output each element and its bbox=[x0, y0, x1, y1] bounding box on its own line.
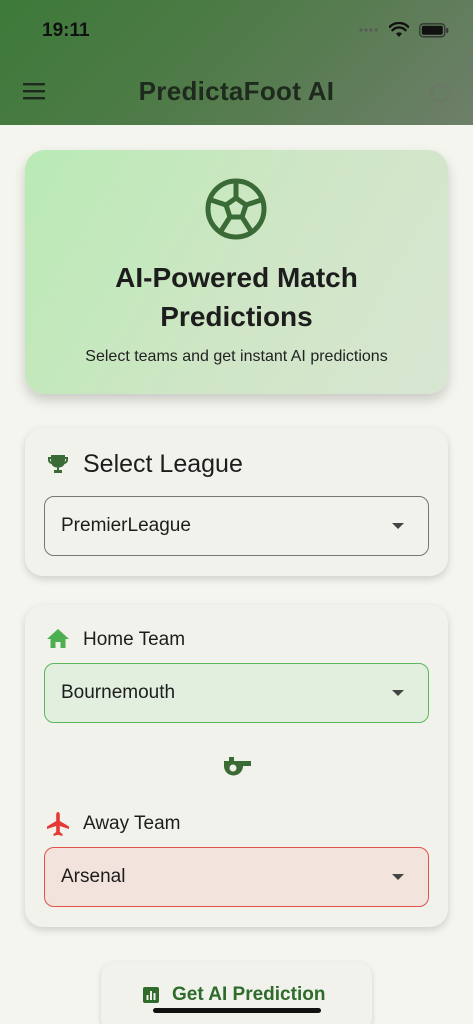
league-label: Select League bbox=[83, 450, 243, 478]
airplane-icon bbox=[47, 812, 69, 836]
trophy-icon bbox=[47, 455, 69, 473]
away-team-dropdown[interactable]: Arsenal bbox=[44, 847, 429, 907]
refresh-icon[interactable] bbox=[427, 80, 453, 106]
home-indicator[interactable] bbox=[153, 1008, 321, 1013]
home-team-label: Home Team bbox=[83, 629, 186, 650]
hero-card: AI-Powered Match Predictions Select team… bbox=[25, 150, 448, 394]
whistle-icon bbox=[224, 757, 251, 776]
chart-icon bbox=[143, 987, 159, 1003]
league-card: Select League PremierLeague bbox=[25, 428, 448, 576]
signal-icon bbox=[359, 28, 378, 32]
home-team-selected-value: Bournemouth bbox=[61, 682, 176, 703]
soccer-ball-icon bbox=[205, 178, 267, 240]
get-prediction-button[interactable]: Get AI Prediction bbox=[101, 962, 372, 1024]
get-prediction-label: Get AI Prediction bbox=[172, 984, 326, 1005]
hero-subtitle: Select teams and get instant AI predicti… bbox=[85, 348, 388, 365]
hero-title: AI-Powered Match Predictions bbox=[115, 262, 358, 332]
app-title: PredictaFoot AI bbox=[138, 76, 335, 106]
status-time: 19:11 bbox=[42, 20, 90, 41]
status-icons bbox=[359, 22, 449, 38]
battery-icon bbox=[419, 22, 449, 37]
away-team-label: Away Team bbox=[83, 813, 181, 834]
app-header: 19:11 PredictaFoot AI bbox=[0, 0, 473, 125]
away-team-selected-value: Arsenal bbox=[61, 866, 126, 887]
wifi-icon bbox=[389, 22, 409, 37]
chevron-down-icon bbox=[392, 523, 404, 529]
home-team-dropdown[interactable]: Bournemouth bbox=[44, 663, 429, 723]
chevron-down-icon bbox=[392, 874, 404, 880]
teams-card: Home Team Bournemouth Away Team Arsenal bbox=[25, 605, 448, 927]
league-selected-value: PremierLeague bbox=[61, 515, 191, 536]
league-dropdown[interactable]: PremierLeague bbox=[44, 496, 429, 556]
chevron-down-icon bbox=[392, 690, 404, 696]
home-icon bbox=[47, 629, 69, 648]
